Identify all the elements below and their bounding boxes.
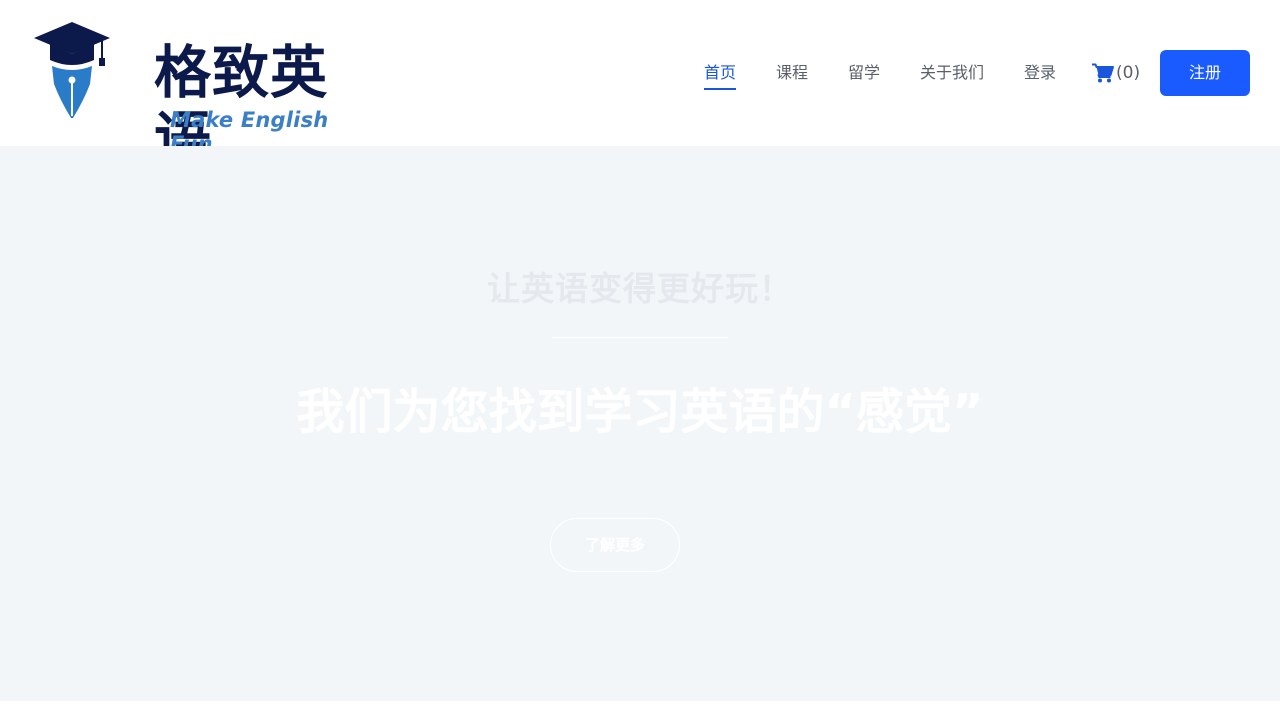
hero-title: 我们为您找到学习英语的“感觉” (296, 384, 984, 440)
site-header: 格致英语 Make English Fun 首页 课程 留学 关于我们 登录 (… (0, 0, 1280, 172)
hero-subtitle: 让英语变得更好玩！ (487, 269, 793, 308)
nav-item-label: 首页 (704, 63, 737, 82)
page-bottom-strip (0, 701, 1280, 720)
cart-button[interactable]: (0) (1092, 50, 1140, 96)
hero-banner: 让英语变得更好玩！ 我们为您找到学习英语的“感觉” 了解更多 (0, 146, 1280, 701)
graduation-pen-icon (34, 22, 110, 118)
nav-item-home[interactable]: 首页 (704, 50, 737, 96)
shopping-cart-icon (1092, 63, 1114, 83)
active-indicator (704, 88, 737, 90)
nav-item-study-abroad[interactable]: 留学 (848, 50, 880, 96)
register-button[interactable]: 注册 (1160, 50, 1250, 96)
site-logo[interactable]: 格致英语 Make English Fun (32, 20, 352, 172)
nav-item-login[interactable]: 登录 (1024, 50, 1056, 96)
nav-item-label: 登录 (1024, 63, 1057, 82)
hero-divider (552, 337, 728, 338)
learn-more-button[interactable]: 了解更多 (550, 518, 680, 572)
nav-item-courses[interactable]: 课程 (776, 50, 808, 96)
nav-item-label: 课程 (776, 63, 809, 82)
nav-item-label: 关于我们 (920, 63, 985, 82)
cart-count: (0) (1116, 63, 1141, 83)
nav-item-about-us[interactable]: 关于我们 (920, 50, 984, 96)
nav-item-label: 留学 (848, 63, 881, 82)
